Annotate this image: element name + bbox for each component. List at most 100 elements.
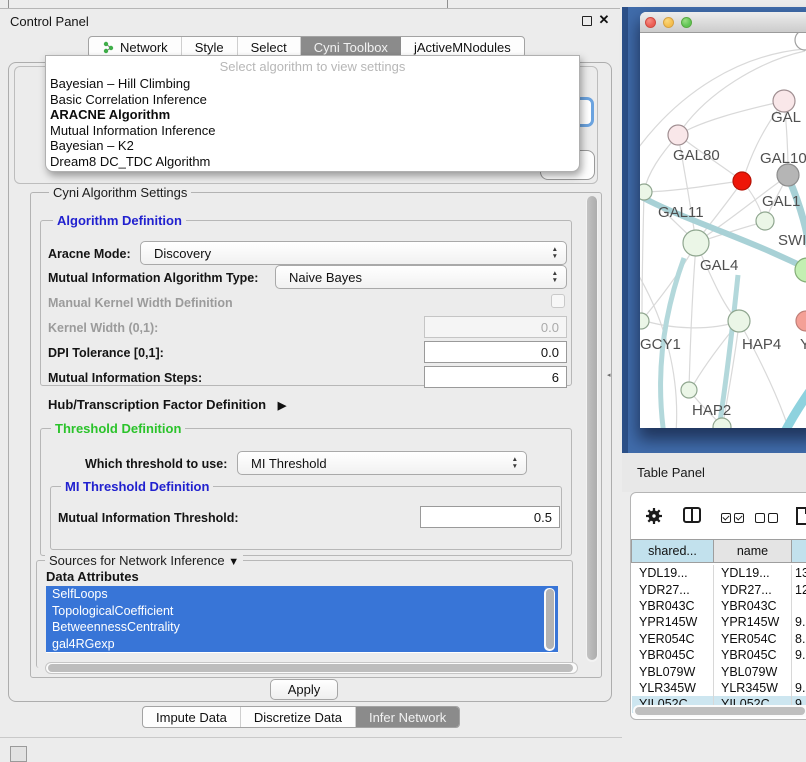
node-label: SWI4	[778, 232, 806, 249]
mi-steps-label: Mutual Information Steps:	[48, 371, 202, 385]
mi-threshold-label: Mutual Information Threshold:	[58, 511, 239, 525]
node-gal4[interactable]	[683, 230, 709, 256]
mi-steps-input[interactable]	[424, 366, 567, 388]
panel-splitter-handle[interactable]: ◂	[607, 371, 611, 379]
node-gal11[interactable]	[640, 184, 652, 200]
node-gcy1[interactable]	[640, 313, 649, 329]
column-header-partial[interactable]: A	[792, 539, 806, 563]
mi-type-label: Mutual Information Algorithm Type:	[48, 271, 258, 285]
network-window-titlebar[interactable]	[640, 12, 806, 33]
list-item[interactable]: SelfLoops	[46, 586, 558, 603]
table-row[interactable]: YLR345WYLR345W9.	[632, 680, 806, 696]
table-row[interactable]: YBR043CYBR043C	[632, 598, 806, 614]
node-label: Y	[800, 336, 806, 353]
manual-kernel-checkbox[interactable]	[551, 294, 565, 308]
list-item[interactable]: TopologicalCoefficient	[46, 603, 558, 620]
table-row[interactable]: YPR145WYPR145W9.	[632, 614, 806, 630]
node-unlabeled[interactable]	[795, 33, 806, 50]
tab-discretize-data[interactable]: Discretize Data	[241, 707, 356, 727]
mi-threshold-input[interactable]	[420, 506, 560, 528]
node-gal1[interactable]	[756, 212, 774, 230]
settings-horizontal-scrollbar[interactable]	[45, 662, 578, 674]
apply-button[interactable]: Apply	[270, 679, 338, 700]
control-panel-dock: Control Panel ✕ Network Style Select Cyn…	[0, 0, 622, 762]
mac-zoom-button[interactable]	[681, 17, 692, 28]
tab-style[interactable]: Style	[182, 37, 238, 57]
frame-tick	[447, 0, 448, 8]
node-label: GAL10	[760, 150, 806, 167]
data-attributes-list[interactable]: SelfLoops TopologicalCoefficient Between…	[46, 586, 558, 653]
dropdown-placeholder: Select algorithm to view settings	[46, 58, 579, 76]
mac-close-button[interactable]	[645, 17, 656, 28]
tab-jactivemnodules[interactable]: jActiveMNodules	[401, 37, 524, 57]
mi-algorithm-type-combobox[interactable]: Naive Bayes ▲▼	[275, 265, 567, 289]
mac-minimize-button[interactable]	[663, 17, 674, 28]
node-hap2[interactable]	[681, 382, 697, 398]
list-item[interactable]: gal4RGexp	[46, 636, 558, 653]
show-columns-icon[interactable]	[721, 509, 747, 527]
node-gal10-gray[interactable]	[777, 164, 799, 186]
dropdown-item[interactable]: Basic Correlation Inference	[46, 92, 579, 108]
dpi-tolerance-input[interactable]	[424, 341, 567, 363]
table-row[interactable]: YER054CYER054C8.	[632, 631, 806, 647]
tab-network[interactable]: Network	[89, 37, 182, 57]
node-label: GAL	[771, 109, 801, 126]
float-window-icon[interactable]	[582, 16, 592, 26]
tab-cyni-toolbox[interactable]: Cyni Toolbox	[301, 37, 401, 57]
network-canvas[interactable]: GAL GAL80 GAL10 GAL1 GAL11 SWI4 GAL4 GCY…	[640, 33, 806, 428]
settings-panel-title: Cyni Algorithm Settings	[49, 185, 191, 200]
gear-icon[interactable]	[645, 507, 663, 525]
dpi-tolerance-label: DPI Tolerance [0,1]:	[48, 346, 164, 360]
dropdown-item[interactable]: Dream8 DC_TDC Algorithm	[46, 154, 579, 170]
mi-threshold-title: MI Threshold Definition	[61, 479, 213, 494]
node-y-salmon[interactable]	[796, 311, 806, 331]
list-vertical-scrollbar[interactable]	[544, 588, 555, 651]
table-row[interactable]: YBL079WYBL079W	[632, 663, 806, 679]
hub-definition-toggle[interactable]: Hub/Transcription Factor Definition ▶	[48, 397, 286, 412]
hide-columns-icon[interactable]	[755, 509, 781, 527]
minimized-panel-icon[interactable]	[10, 746, 27, 762]
node-label: HAP2	[692, 402, 731, 419]
tab-select[interactable]: Select	[238, 37, 301, 57]
network-icon	[102, 41, 115, 54]
table-horizontal-scrollbar[interactable]	[633, 705, 806, 717]
cyni-mode-tabbar: Impute Data Discretize Data Infer Networ…	[142, 706, 460, 728]
table-header-row: shared... name A	[631, 539, 806, 563]
spinner-icon: ▲▼	[512, 456, 518, 470]
node-label: HAP4	[742, 336, 781, 353]
dock-bottom-border	[0, 737, 622, 738]
collapse-arrow-icon: ▼	[228, 556, 239, 568]
column-header-shared-name[interactable]: shared...	[631, 539, 714, 563]
tab-impute-data[interactable]: Impute Data	[143, 707, 241, 727]
node-selected-red[interactable]	[733, 172, 751, 190]
network-labels: GAL GAL80 GAL10 GAL1 GAL11 SWI4 GAL4 GCY…	[640, 109, 806, 419]
frame-tick	[8, 0, 9, 8]
aracne-mode-combobox[interactable]: Discovery ▲▼	[140, 241, 567, 265]
tab-infer-network[interactable]: Infer Network	[356, 707, 459, 727]
close-icon[interactable]: ✕	[597, 11, 611, 29]
sources-toggle[interactable]: Sources for Network Inference ▼	[45, 553, 243, 568]
split-columns-icon[interactable]	[683, 507, 701, 523]
dropdown-item[interactable]: Mutual Information Inference	[46, 123, 579, 139]
settings-vertical-scrollbar[interactable]	[586, 196, 598, 662]
algorithm-dropdown-popup: Select algorithm to view settings Bayesi…	[45, 55, 580, 172]
node-gal80[interactable]	[668, 125, 688, 145]
node-label: GAL80	[673, 147, 720, 164]
expand-arrow-icon: ▶	[278, 400, 286, 412]
dropdown-item[interactable]: Bayesian – K2	[46, 138, 579, 154]
which-threshold-label: Which threshold to use:	[85, 457, 227, 471]
node-hap4[interactable]	[728, 310, 750, 332]
table-row[interactable]: YDL19...YDL19...13	[632, 565, 806, 581]
which-threshold-combobox[interactable]: MI Threshold ▲▼	[237, 451, 527, 475]
kernel-width-input[interactable]	[424, 316, 567, 338]
dropdown-item-selected[interactable]: ARACNE Algorithm	[46, 107, 579, 123]
list-item[interactable]: BetweennessCentrality	[46, 619, 558, 636]
panel-title: Control Panel	[10, 14, 89, 29]
column-header-name[interactable]: name	[714, 539, 792, 563]
dropdown-item[interactable]: Bayesian – Hill Climbing	[46, 76, 579, 92]
node-label: GAL1	[762, 193, 800, 210]
table-row[interactable]: YDR27...YDR27...12	[632, 581, 806, 597]
file-icon[interactable]	[796, 507, 806, 525]
table-row[interactable]: YBR045CYBR045C9.	[632, 647, 806, 663]
tab-label: Network	[120, 40, 168, 55]
